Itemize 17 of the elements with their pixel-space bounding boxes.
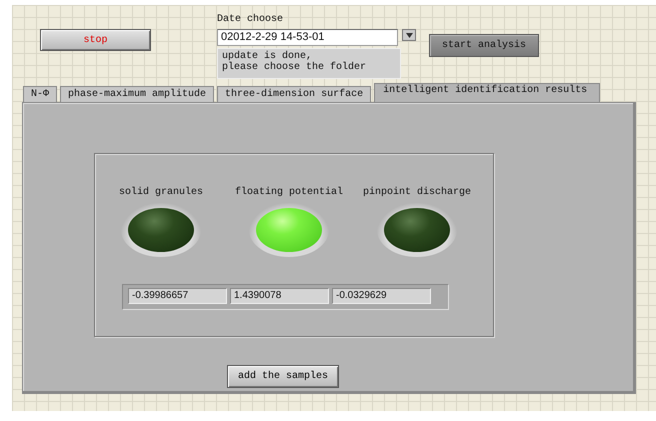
indicator-label: solid granules	[118, 187, 203, 200]
indicator-label: pinpoint discharge	[362, 187, 472, 200]
tab[interactable]: intelligent identification results	[374, 83, 600, 102]
value-field: -0.39986657	[128, 288, 227, 304]
caret-icon	[406, 32, 412, 38]
value-field: -0.0329629	[332, 288, 431, 304]
tab[interactable]: N-Φ	[23, 86, 58, 102]
date-field[interactable]: 02012-2-29 14-53-01	[217, 29, 398, 46]
value-field: 1.4390078	[230, 288, 329, 304]
tab[interactable]: three-dimension surface	[217, 86, 372, 102]
dropdown-button[interactable]	[402, 29, 416, 41]
tab[interactable]: phase-maximum amplitude	[60, 86, 214, 102]
start-analysis-button[interactable]: start analysis	[429, 34, 539, 57]
status-message: update is done, please choose the folder	[217, 48, 401, 79]
date-label: Date choose	[217, 13, 284, 27]
add-samples-button[interactable]: add the samples	[227, 365, 339, 388]
indicator-label: floating potential	[234, 187, 344, 200]
